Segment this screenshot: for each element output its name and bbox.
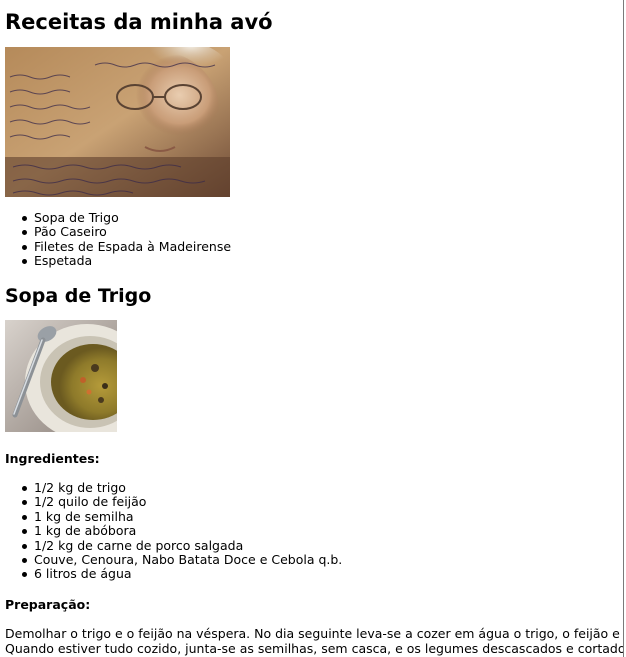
list-item: 1 kg de semilha xyxy=(22,509,342,524)
preparation-label: Preparação: xyxy=(5,597,91,612)
wheat-soup-photo xyxy=(5,320,117,432)
grandmother-recipe-photo xyxy=(5,47,230,197)
page: Receitas da minha avó Sopa de Trigo Pão … xyxy=(0,0,624,657)
list-item: Espetada xyxy=(22,253,231,268)
list-item: 1/2 quilo de feijão xyxy=(22,494,342,509)
page-title: Receitas da minha avó xyxy=(5,10,273,34)
list-item: Pão Caseiro xyxy=(22,224,231,239)
preparation-line: Demolhar o trigo e o feijão na véspera. … xyxy=(5,626,623,641)
ingredients-label: Ingredientes: xyxy=(5,451,100,466)
recipe-title: Sopa de Trigo xyxy=(5,285,152,307)
preparation-line: Quando estiver tudo cozido, junta-se as … xyxy=(5,641,623,656)
list-item: Couve, Cenoura, Nabo Batata Doce e Cebol… xyxy=(22,552,342,567)
list-item: 1/2 kg de trigo xyxy=(22,480,342,495)
list-item: 1 kg de abóbora xyxy=(22,523,342,538)
list-item: Filetes de Espada à Madeirense xyxy=(22,239,231,254)
list-item: 1/2 kg de carne de porco salgada xyxy=(22,538,342,553)
recipe-list: Sopa de Trigo Pão Caseiro Filetes de Esp… xyxy=(22,210,231,269)
preparation-text: Demolhar o trigo e o feijão na véspera. … xyxy=(5,626,623,656)
list-item: Sopa de Trigo xyxy=(22,210,231,225)
list-item: 6 litros de água xyxy=(22,567,342,581)
ingredients-list: 1/2 kg de trigo 1/2 quilo de feijão 1 kg… xyxy=(22,480,342,582)
